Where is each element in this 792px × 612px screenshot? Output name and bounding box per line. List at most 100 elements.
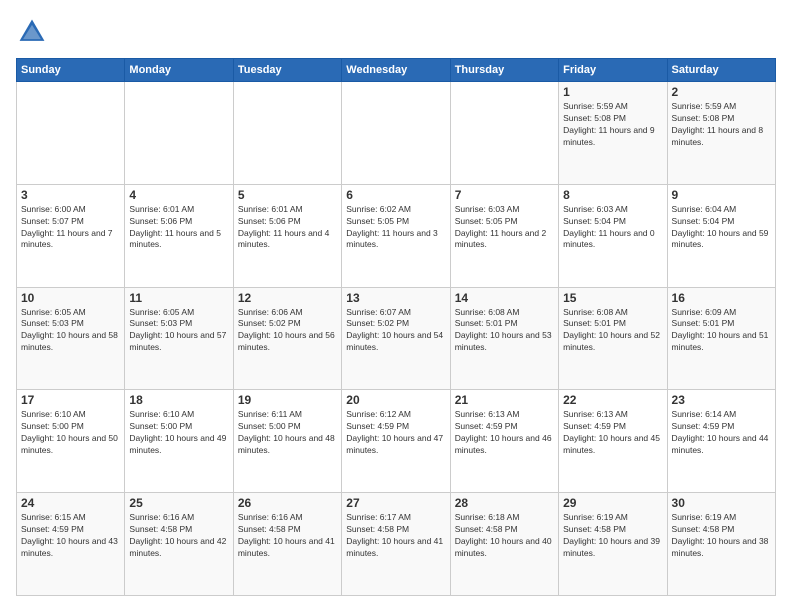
day-info: Sunrise: 5:59 AMSunset: 5:08 PMDaylight:… (563, 101, 662, 149)
day-number: 12 (238, 291, 337, 305)
day-number: 30 (672, 496, 771, 510)
weekday-header-thursday: Thursday (450, 59, 558, 82)
day-number: 19 (238, 393, 337, 407)
day-info: Sunrise: 6:17 AMSunset: 4:58 PMDaylight:… (346, 512, 445, 560)
day-number: 2 (672, 85, 771, 99)
day-number: 14 (455, 291, 554, 305)
day-number: 5 (238, 188, 337, 202)
day-info: Sunrise: 6:11 AMSunset: 5:00 PMDaylight:… (238, 409, 337, 457)
day-cell: 2 Sunrise: 5:59 AMSunset: 5:08 PMDaylight… (667, 82, 775, 185)
day-info: Sunrise: 6:05 AMSunset: 5:03 PMDaylight:… (129, 307, 228, 355)
day-number: 18 (129, 393, 228, 407)
day-cell: 9 Sunrise: 6:04 AMSunset: 5:04 PMDaylight… (667, 184, 775, 287)
day-cell: 19 Sunrise: 6:11 AMSunset: 5:00 PMDayligh… (233, 390, 341, 493)
calendar-table: SundayMondayTuesdayWednesdayThursdayFrid… (16, 58, 776, 596)
day-number: 11 (129, 291, 228, 305)
week-row-5: 24 Sunrise: 6:15 AMSunset: 4:59 PMDayligh… (17, 493, 776, 596)
week-row-2: 3 Sunrise: 6:00 AMSunset: 5:07 PMDaylight… (17, 184, 776, 287)
day-number: 1 (563, 85, 662, 99)
logo-icon (16, 16, 48, 48)
weekday-row: SundayMondayTuesdayWednesdayThursdayFrid… (17, 59, 776, 82)
day-cell: 1 Sunrise: 5:59 AMSunset: 5:08 PMDaylight… (559, 82, 667, 185)
day-info: Sunrise: 6:08 AMSunset: 5:01 PMDaylight:… (455, 307, 554, 355)
weekday-header-monday: Monday (125, 59, 233, 82)
day-cell: 7Sunrise: 6:03 AMSunset: 5:05 PMDaylight… (450, 184, 558, 287)
day-info: Sunrise: 6:08 AMSunset: 5:01 PMDaylight:… (563, 307, 662, 355)
day-info: Sunrise: 6:02 AMSunset: 5:05 PMDaylight:… (346, 204, 445, 252)
day-number: 20 (346, 393, 445, 407)
day-cell: 15 Sunrise: 6:08 AMSunset: 5:01 PMDayligh… (559, 287, 667, 390)
day-info: Sunrise: 6:12 AMSunset: 4:59 PMDaylight:… (346, 409, 445, 457)
day-cell: 3 Sunrise: 6:00 AMSunset: 5:07 PMDaylight… (17, 184, 125, 287)
day-number: 9 (672, 188, 771, 202)
day-cell (342, 82, 450, 185)
day-cell: 28 Sunrise: 6:18 AMSunset: 4:58 PMDayligh… (450, 493, 558, 596)
day-cell: 8Sunrise: 6:03 AMSunset: 5:04 PMDaylight… (559, 184, 667, 287)
day-cell: 25 Sunrise: 6:16 AMSunset: 4:58 PMDayligh… (125, 493, 233, 596)
day-number: 16 (672, 291, 771, 305)
day-number: 4 (129, 188, 228, 202)
day-cell: 12 Sunrise: 6:06 AMSunset: 5:02 PMDayligh… (233, 287, 341, 390)
day-info: Sunrise: 6:04 AMSunset: 5:04 PMDaylight:… (672, 204, 771, 252)
day-number: 29 (563, 496, 662, 510)
calendar: SundayMondayTuesdayWednesdayThursdayFrid… (16, 58, 776, 596)
day-info: Sunrise: 6:19 AMSunset: 4:58 PMDaylight:… (672, 512, 771, 560)
week-row-3: 10 Sunrise: 6:05 AMSunset: 5:03 PMDayligh… (17, 287, 776, 390)
day-info: Sunrise: 6:18 AMSunset: 4:58 PMDaylight:… (455, 512, 554, 560)
day-number: 21 (455, 393, 554, 407)
page: SundayMondayTuesdayWednesdayThursdayFrid… (0, 0, 792, 612)
day-info: Sunrise: 6:16 AMSunset: 4:58 PMDaylight:… (238, 512, 337, 560)
day-info: Sunrise: 6:05 AMSunset: 5:03 PMDaylight:… (21, 307, 120, 355)
weekday-header-wednesday: Wednesday (342, 59, 450, 82)
day-info: Sunrise: 6:10 AMSunset: 5:00 PMDaylight:… (21, 409, 120, 457)
day-number: 15 (563, 291, 662, 305)
day-number: 22 (563, 393, 662, 407)
day-number: 17 (21, 393, 120, 407)
day-info: Sunrise: 6:15 AMSunset: 4:59 PMDaylight:… (21, 512, 120, 560)
day-cell: 21 Sunrise: 6:13 AMSunset: 4:59 PMDayligh… (450, 390, 558, 493)
day-cell: 23 Sunrise: 6:14 AMSunset: 4:59 PMDayligh… (667, 390, 775, 493)
day-info: Sunrise: 6:10 AMSunset: 5:00 PMDaylight:… (129, 409, 228, 457)
day-cell: 24 Sunrise: 6:15 AMSunset: 4:59 PMDayligh… (17, 493, 125, 596)
day-cell: 22 Sunrise: 6:13 AMSunset: 4:59 PMDayligh… (559, 390, 667, 493)
day-info: Sunrise: 6:19 AMSunset: 4:58 PMDaylight:… (563, 512, 662, 560)
day-info: Sunrise: 6:01 AMSunset: 5:06 PMDaylight:… (238, 204, 337, 252)
day-cell: 4Sunrise: 6:01 AMSunset: 5:06 PMDaylight… (125, 184, 233, 287)
day-info: Sunrise: 6:07 AMSunset: 5:02 PMDaylight:… (346, 307, 445, 355)
day-info: Sunrise: 6:16 AMSunset: 4:58 PMDaylight:… (129, 512, 228, 560)
day-cell (125, 82, 233, 185)
day-number: 24 (21, 496, 120, 510)
weekday-header-saturday: Saturday (667, 59, 775, 82)
day-number: 27 (346, 496, 445, 510)
day-info: Sunrise: 6:13 AMSunset: 4:59 PMDaylight:… (455, 409, 554, 457)
day-info: Sunrise: 6:13 AMSunset: 4:59 PMDaylight:… (563, 409, 662, 457)
day-cell: 10 Sunrise: 6:05 AMSunset: 5:03 PMDayligh… (17, 287, 125, 390)
day-number: 26 (238, 496, 337, 510)
day-info: Sunrise: 6:09 AMSunset: 5:01 PMDaylight:… (672, 307, 771, 355)
day-info: Sunrise: 6:06 AMSunset: 5:02 PMDaylight:… (238, 307, 337, 355)
day-info: Sunrise: 6:14 AMSunset: 4:59 PMDaylight:… (672, 409, 771, 457)
day-cell (233, 82, 341, 185)
day-number: 25 (129, 496, 228, 510)
day-cell: 14 Sunrise: 6:08 AMSunset: 5:01 PMDayligh… (450, 287, 558, 390)
day-number: 13 (346, 291, 445, 305)
weekday-header-tuesday: Tuesday (233, 59, 341, 82)
day-cell (450, 82, 558, 185)
day-cell: 13 Sunrise: 6:07 AMSunset: 5:02 PMDayligh… (342, 287, 450, 390)
day-number: 23 (672, 393, 771, 407)
week-row-1: 1 Sunrise: 5:59 AMSunset: 5:08 PMDaylight… (17, 82, 776, 185)
day-number: 3 (21, 188, 120, 202)
day-info: Sunrise: 5:59 AMSunset: 5:08 PMDaylight:… (672, 101, 771, 149)
day-cell: 27 Sunrise: 6:17 AMSunset: 4:58 PMDayligh… (342, 493, 450, 596)
day-number: 28 (455, 496, 554, 510)
day-cell: 26 Sunrise: 6:16 AMSunset: 4:58 PMDayligh… (233, 493, 341, 596)
weekday-header-friday: Friday (559, 59, 667, 82)
calendar-header: SundayMondayTuesdayWednesdayThursdayFrid… (17, 59, 776, 82)
calendar-body: 1 Sunrise: 5:59 AMSunset: 5:08 PMDaylight… (17, 82, 776, 596)
day-info: Sunrise: 6:00 AMSunset: 5:07 PMDaylight:… (21, 204, 120, 252)
day-cell (17, 82, 125, 185)
day-cell: 30 Sunrise: 6:19 AMSunset: 4:58 PMDayligh… (667, 493, 775, 596)
day-number: 7 (455, 188, 554, 202)
day-number: 8 (563, 188, 662, 202)
day-number: 10 (21, 291, 120, 305)
